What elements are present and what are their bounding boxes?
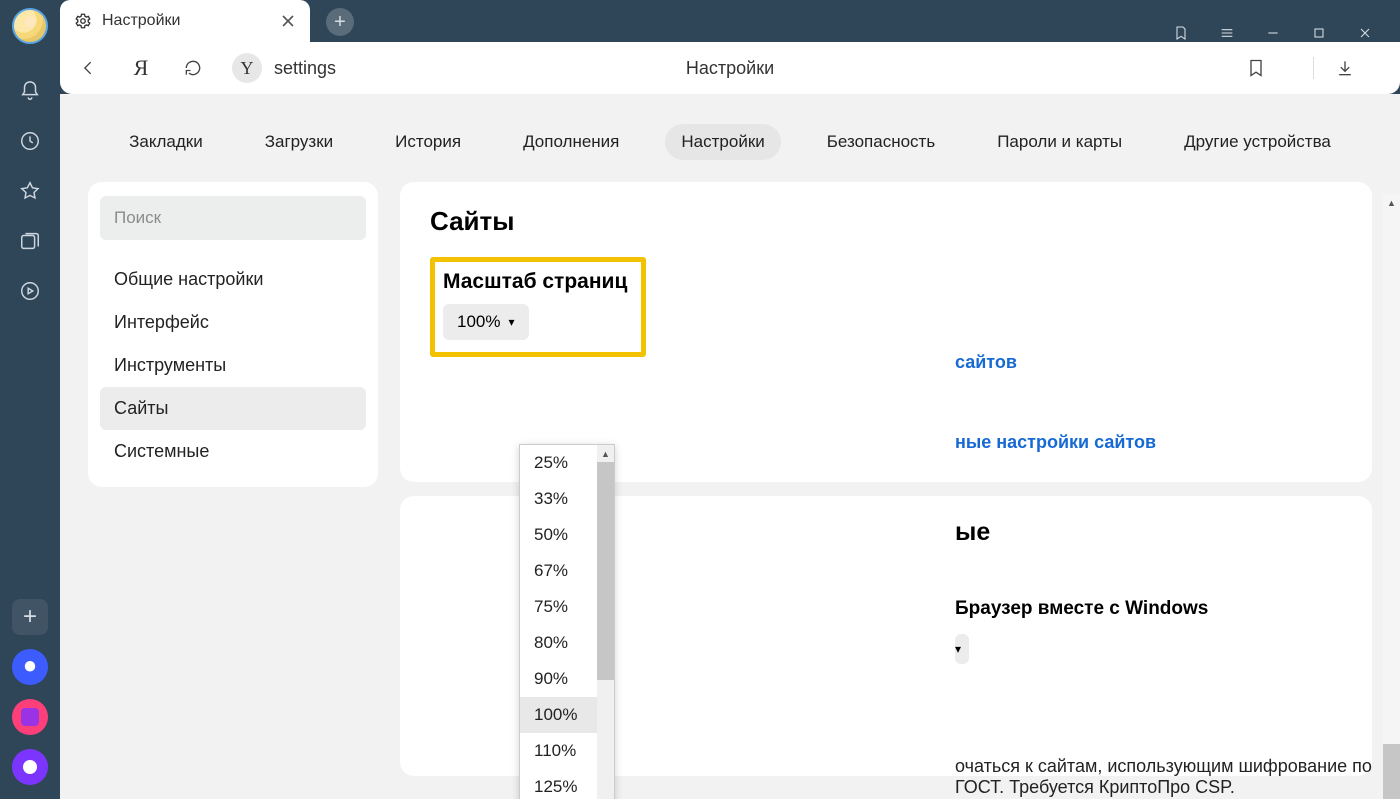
zoom-dropdown: 25% 33% 50% 67% 75% 80% 90% 100% 110% 12… xyxy=(519,444,615,799)
sidebar-item-interface[interactable]: Интерфейс xyxy=(100,301,366,344)
sites-link-partial[interactable]: сайтов xyxy=(955,352,1017,373)
maximize-button[interactable] xyxy=(1310,24,1328,42)
launch-select[interactable]: ▾ xyxy=(955,634,969,664)
collections-icon[interactable] xyxy=(18,229,42,253)
page-scrollbar[interactable]: ▲ xyxy=(1383,194,1400,799)
bell-icon[interactable] xyxy=(18,79,42,103)
vertical-sidebar: + xyxy=(0,0,60,799)
menu-icon[interactable] xyxy=(1218,24,1236,42)
search-input[interactable]: Поиск xyxy=(100,196,366,240)
topnav-security[interactable]: Безопасность xyxy=(811,124,951,160)
bookmark-icon[interactable] xyxy=(1243,55,1269,81)
back-button[interactable] xyxy=(76,55,102,81)
zoom-option[interactable]: 90% xyxy=(520,661,597,697)
sites-heading: Сайты xyxy=(430,206,1342,237)
close-tab-button[interactable] xyxy=(280,13,296,29)
browser-tab[interactable]: Настройки xyxy=(60,0,310,42)
topnav-devices[interactable]: Другие устройства xyxy=(1168,124,1347,160)
zoom-option[interactable]: 75% xyxy=(520,589,597,625)
sidebar-item-system[interactable]: Системные xyxy=(100,430,366,473)
other-heading-partial: ые xyxy=(955,518,990,547)
page-title: Настройки xyxy=(686,58,774,79)
yandex-home-button[interactable]: Я xyxy=(128,55,154,81)
chat-orb[interactable] xyxy=(12,649,48,685)
chevron-down-icon: ▾ xyxy=(508,315,514,329)
new-tab-button[interactable]: + xyxy=(326,8,354,36)
zoom-option[interactable]: 110% xyxy=(520,733,597,769)
address-bar: Я Y settings Настройки xyxy=(60,42,1400,94)
chevron-down-icon: ▾ xyxy=(955,642,961,656)
sites-card: Сайты Масштаб страниц 100%▾ сайтов ные н… xyxy=(400,182,1372,482)
alice-orb[interactable] xyxy=(12,749,48,785)
topnav-settings[interactable]: Настройки xyxy=(665,124,780,160)
topnav-bookmarks[interactable]: Закладки xyxy=(113,124,219,160)
sidebar-item-sites[interactable]: Сайты xyxy=(100,387,366,430)
topnav-addons[interactable]: Дополнения xyxy=(507,124,635,160)
window-close-button[interactable] xyxy=(1356,24,1374,42)
gost-text-partial: очаться к сайтам, использующим шифровани… xyxy=(955,756,1372,798)
add-panel-button[interactable]: + xyxy=(12,599,48,635)
zoom-label: Масштаб страниц xyxy=(443,270,627,294)
reload-button[interactable] xyxy=(180,55,206,81)
advanced-link-partial[interactable]: ные настройки сайтов xyxy=(955,432,1156,453)
address-text[interactable]: settings xyxy=(274,58,336,79)
zoom-select[interactable]: 100%▾ xyxy=(443,304,529,340)
zoom-option[interactable]: 67% xyxy=(520,553,597,589)
tab-title: Настройки xyxy=(102,12,180,30)
launch-label-partial: Браузер вместе с Windows xyxy=(955,598,1208,620)
bookmarks-panel-icon[interactable] xyxy=(1172,24,1190,42)
settings-sidebar: Поиск Общие настройки Интерфейс Инструме… xyxy=(88,182,378,487)
topnav-passwords[interactable]: Пароли и карты xyxy=(981,124,1138,160)
play-icon[interactable] xyxy=(18,279,42,303)
page-scroll-up[interactable]: ▲ xyxy=(1383,194,1400,211)
topnav-history[interactable]: История xyxy=(379,124,477,160)
music-orb[interactable] xyxy=(12,699,48,735)
zoom-option[interactable]: 25% xyxy=(520,445,597,481)
minimize-button[interactable] xyxy=(1264,24,1282,42)
zoom-option[interactable]: 50% xyxy=(520,517,597,553)
downloads-icon[interactable] xyxy=(1332,55,1358,81)
content-area: Закладки Загрузки История Дополнения Нас… xyxy=(60,94,1400,799)
zoom-option-selected[interactable]: 100% xyxy=(520,697,597,733)
history-icon[interactable] xyxy=(18,129,42,153)
zoom-highlight: Масштаб страниц 100%▾ xyxy=(430,257,646,357)
scroll-up-button[interactable]: ▲ xyxy=(597,445,614,462)
sidebar-item-tools[interactable]: Инструменты xyxy=(100,344,366,387)
separator xyxy=(1313,57,1314,79)
topnav-downloads[interactable]: Загрузки xyxy=(249,124,349,160)
settings-topnav: Закладки Загрузки История Дополнения Нас… xyxy=(88,110,1372,182)
zoom-option[interactable]: 80% xyxy=(520,625,597,661)
star-icon[interactable] xyxy=(18,179,42,203)
gear-icon xyxy=(74,12,92,30)
sidebar-item-general[interactable]: Общие настройки xyxy=(100,258,366,301)
zoom-option[interactable]: 125% xyxy=(520,769,597,799)
zoom-option[interactable]: 33% xyxy=(520,481,597,517)
tab-strip: Настройки + xyxy=(60,0,1400,42)
profile-avatar[interactable] xyxy=(12,8,48,44)
scroll-thumb[interactable] xyxy=(597,462,614,680)
page-scroll-thumb[interactable] xyxy=(1383,744,1400,799)
site-identity-chip[interactable]: Y xyxy=(232,53,262,83)
